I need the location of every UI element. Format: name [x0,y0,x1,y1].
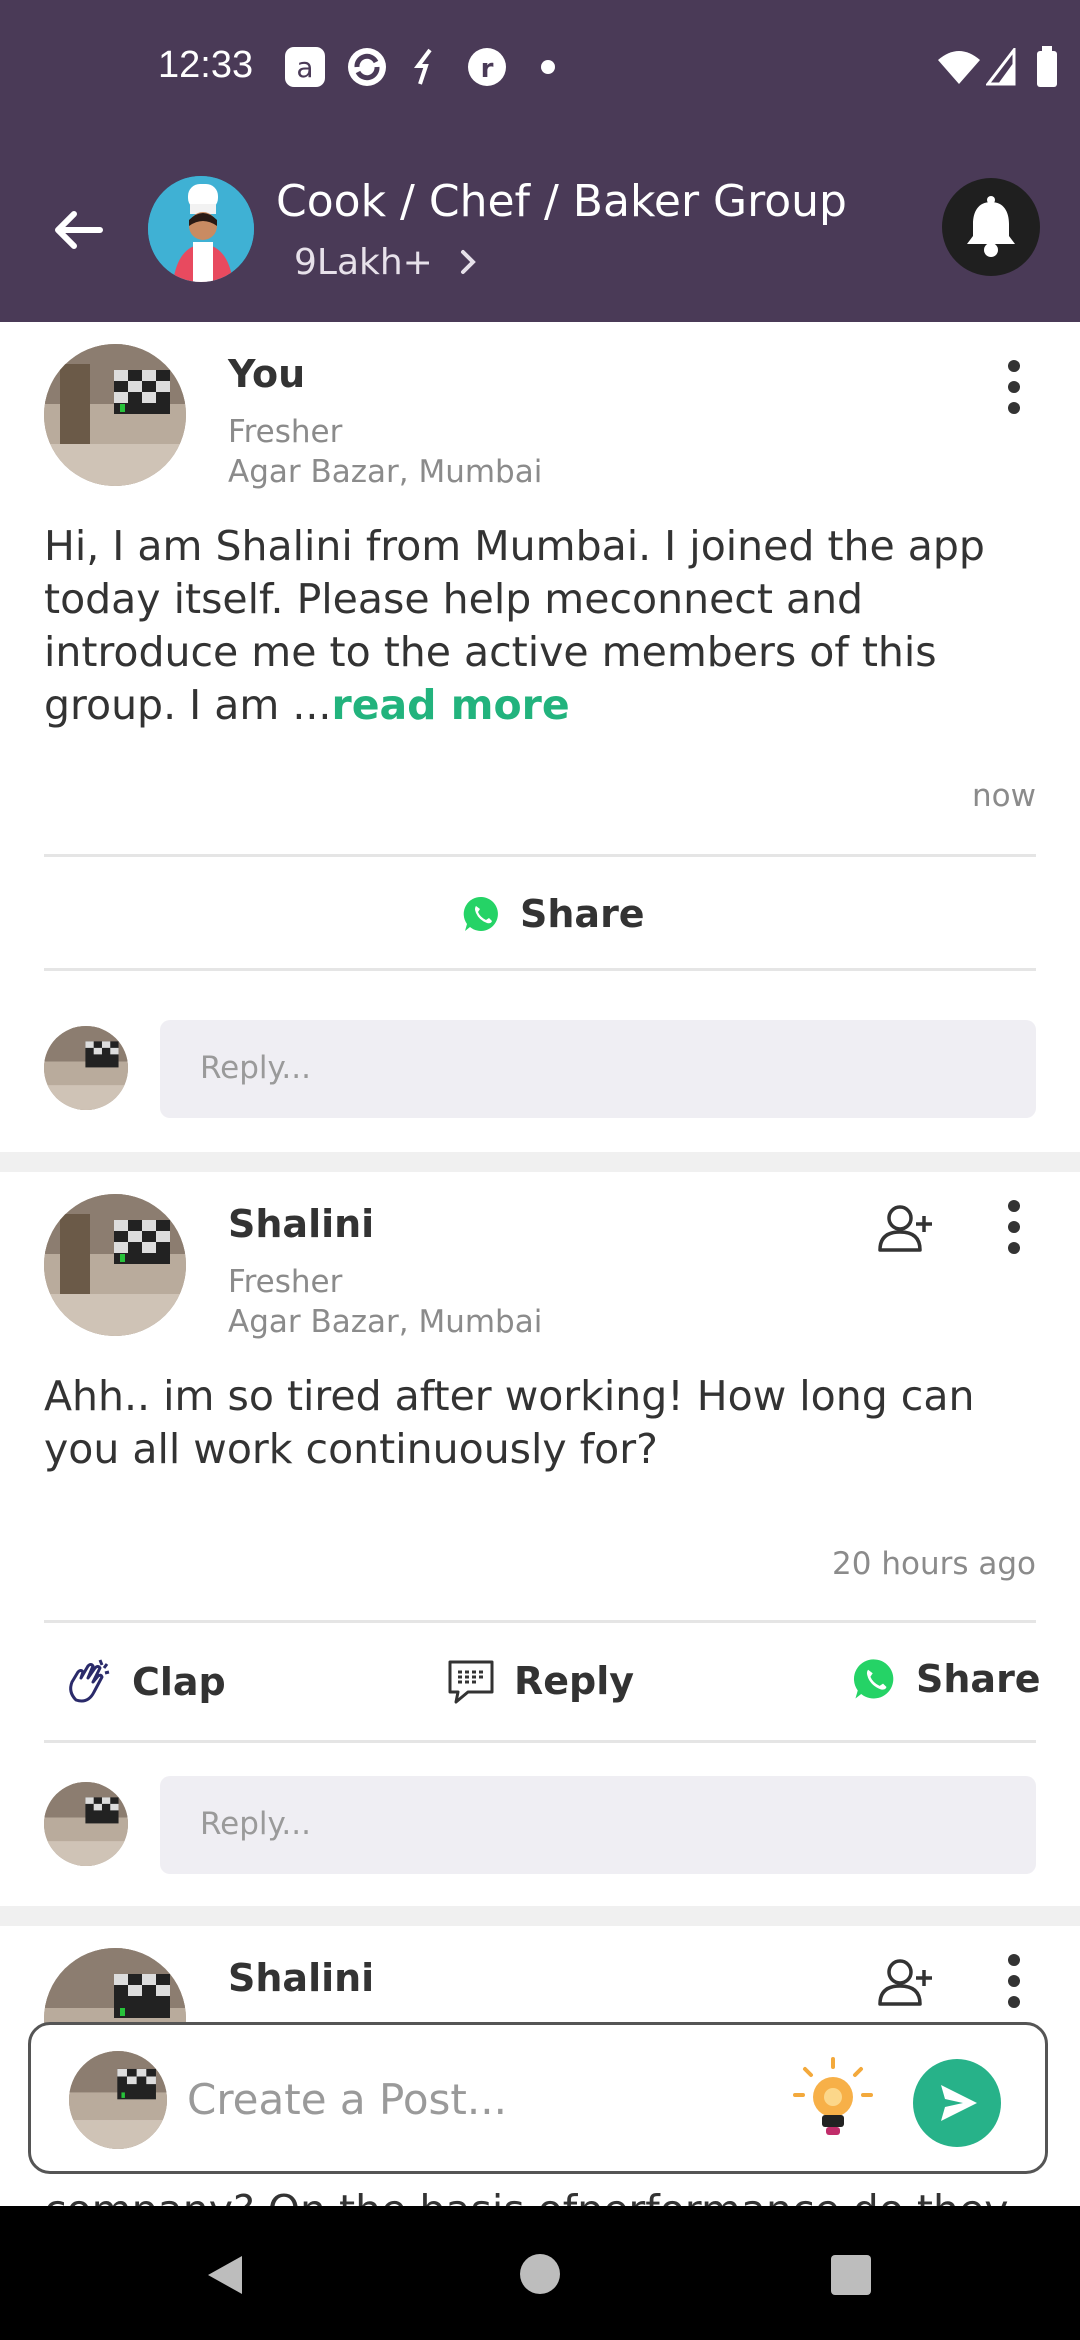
clap-button[interactable]: Clap [62,1656,226,1708]
divider [44,1620,1036,1623]
chef-avatar-icon [148,176,254,282]
room-photo-icon [44,344,186,486]
post-separator [0,1906,1080,1926]
group-title[interactable]: Cook / Chef / Baker Group [276,176,847,227]
sync-notification-icon [348,48,386,86]
reply-input[interactable]: Reply... [160,1776,1036,1874]
app-notification-icon: a [285,47,325,87]
status-bar: 12:33 a r [0,0,1080,134]
post-card: You Fresher Agar Bazar, Mumbai Hi, I am … [0,322,1080,1152]
send-icon [941,2085,977,2121]
app2-notification-icon: r [468,48,506,86]
reply-avatar [44,1026,128,1110]
svg-text:a: a [296,51,313,84]
post-separator [0,1152,1080,1172]
add-friend-icon[interactable] [874,1952,936,2014]
author-avatar[interactable] [44,1194,186,1336]
post-feed[interactable]: You Fresher Agar Bazar, Mumbai Hi, I am … [0,322,1080,2206]
post-time: 20 hours ago [832,1546,1036,1582]
divider [44,854,1036,857]
room-photo-icon [44,1026,128,1110]
more-options-icon[interactable] [1004,1192,1024,1262]
reply-button[interactable]: Reply [446,1656,634,1706]
comment-icon [448,1660,494,1704]
room-photo-icon [44,1194,186,1336]
post-time: now [972,778,1036,814]
lightbulb-icon[interactable] [791,2055,875,2145]
chevron-right-icon [461,250,477,274]
whatsapp-icon [853,1659,894,1699]
author-location: Agar Bazar, Mumbai [228,454,543,490]
nav-home-icon[interactable] [518,2252,562,2296]
post-text: Hi, I am Shalini from Mumbai. I joined t… [44,520,1044,732]
whatsapp-icon [463,896,498,931]
battery-icon [1037,46,1057,87]
system-nav-bar [0,2206,1080,2340]
share-button[interactable]: Share [852,1656,1041,1702]
create-post-bar[interactable]: Create a Post... [28,2022,1048,2174]
post-card: Shalini Fresher Agar Bazar, Mumbai Ahh..… [0,1172,1080,1906]
divider [44,1740,1036,1743]
share-label: Share [520,892,645,936]
room-photo-icon [69,2051,167,2149]
back-arrow-icon[interactable] [48,200,108,260]
member-count-text: 9Lakh+ [294,242,433,283]
reply-input[interactable]: Reply... [160,1020,1036,1118]
data-notification-icon [414,48,432,85]
read-more-link[interactable]: read more [331,681,569,729]
bell-icon [967,196,1015,257]
more-options-icon[interactable] [1004,1946,1024,2016]
divider [44,968,1036,971]
group-avatar[interactable] [148,176,254,282]
group-member-count[interactable]: 9Lakh+ [294,242,480,283]
add-friend-icon[interactable] [874,1198,936,1260]
composer-avatar [69,2051,167,2149]
post-text: Ahh.. im so tired after working! How lon… [44,1372,975,1473]
reply-placeholder: Reply... [200,1806,311,1842]
more-notifications-dot-icon [541,60,555,74]
clap-label: Clap [132,1660,226,1704]
share-button[interactable]: Share [462,892,645,936]
reply-placeholder: Reply... [200,1050,311,1086]
more-options-icon[interactable] [1004,352,1024,422]
reply-label: Reply [514,1659,635,1703]
create-post-placeholder[interactable]: Create a Post... [187,2075,507,2124]
wifi-icon [938,51,980,84]
author-experience: Fresher [228,414,343,450]
author-name[interactable]: Shalini [228,1202,374,1246]
author-name[interactable]: You [228,352,305,396]
nav-back-icon[interactable] [202,2252,246,2298]
notification-bell-button[interactable] [942,178,1040,276]
svg-text:r: r [481,54,494,84]
author-location: Agar Bazar, Mumbai [228,1304,543,1340]
room-photo-icon [44,1782,128,1866]
reply-avatar [44,1782,128,1866]
author-name[interactable]: Shalini [228,1956,374,2000]
clap-icon [69,1659,110,1703]
nav-recents-icon[interactable] [830,2254,872,2296]
send-button[interactable] [913,2059,1001,2147]
signal-icon [986,48,1016,86]
status-time: 12:33 [158,44,254,86]
share-label: Share [916,1657,1041,1701]
author-avatar[interactable] [44,344,186,486]
author-experience: Fresher [228,1264,343,1300]
